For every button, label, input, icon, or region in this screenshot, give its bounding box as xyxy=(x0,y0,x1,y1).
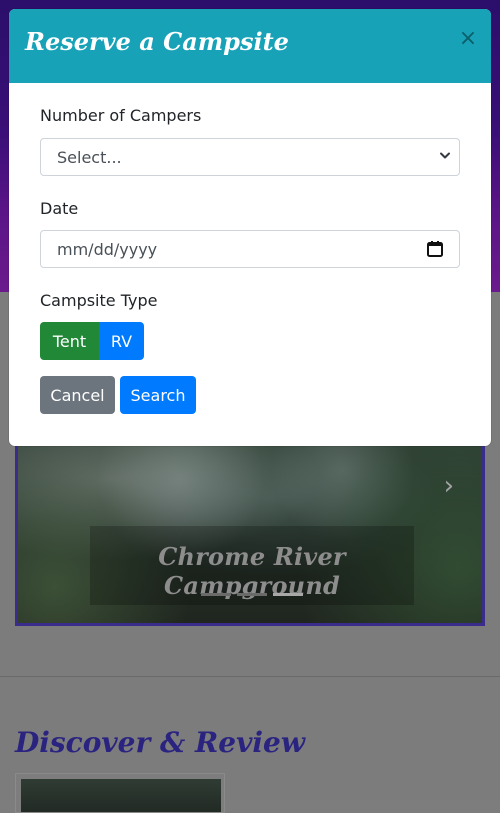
reserve-campsite-modal: Reserve a Campsite × Number of Campers S… xyxy=(9,9,491,446)
calendar-icon[interactable] xyxy=(425,239,445,259)
carousel-indicator[interactable] xyxy=(237,593,267,596)
modal-title: Reserve a Campsite xyxy=(25,27,289,56)
carousel-indicators xyxy=(90,593,414,599)
modal-header: Reserve a Campsite × xyxy=(9,9,491,83)
campsite-type-label: Campsite Type xyxy=(40,291,158,310)
hero-caption-title: Chrome River Campground xyxy=(158,542,346,600)
discover-section-title: Discover & Review xyxy=(15,726,305,759)
cancel-button[interactable]: Cancel xyxy=(40,376,115,414)
date-label: Date xyxy=(40,199,79,218)
search-button[interactable]: Search xyxy=(120,376,196,414)
campsite-type-toggle: Tent RV xyxy=(40,322,144,360)
campground-thumbnail-image xyxy=(21,779,221,812)
campers-select[interactable]: Select... xyxy=(40,138,460,176)
carousel-indicator-active[interactable] xyxy=(273,593,303,596)
campground-thumbnail-card[interactable] xyxy=(15,773,225,813)
carousel-next-icon[interactable]: › xyxy=(444,473,454,499)
date-input[interactable]: mm/dd/yyyy xyxy=(40,230,460,268)
date-input-value: mm/dd/yyyy xyxy=(57,240,158,259)
tent-option-button[interactable]: Tent xyxy=(40,322,99,360)
carousel-caption: Chrome River Campground xyxy=(90,526,414,605)
rv-option-button[interactable]: RV xyxy=(99,322,144,360)
carousel-indicator[interactable] xyxy=(201,593,231,596)
campers-label: Number of Campers xyxy=(40,106,202,125)
chevron-down-icon xyxy=(440,152,450,159)
hero-carousel[interactable]: › Chrome River Campground xyxy=(15,440,485,626)
section-divider xyxy=(0,676,500,677)
modal-actions: Cancel Search xyxy=(40,376,196,414)
close-icon[interactable]: × xyxy=(455,25,481,51)
campers-select-value: Select... xyxy=(57,148,122,167)
